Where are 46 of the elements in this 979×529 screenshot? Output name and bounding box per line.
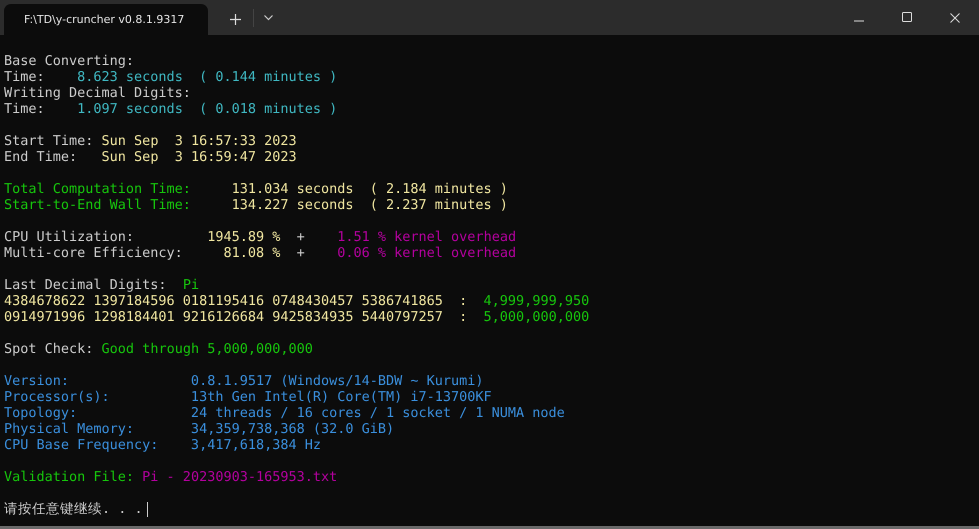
- terminal-text: 0.06 % kernel overhead: [337, 245, 516, 261]
- terminal-text: End Time:: [4, 149, 78, 165]
- close-icon[interactable]: [950, 13, 960, 23]
- terminal-text: Base Converting:: [4, 53, 134, 69]
- terminal-text: Multi-core Efficiency:: [4, 245, 184, 261]
- terminal-text: Last Decimal Digits:: [4, 277, 168, 293]
- terminal-text: Processor(s): 13th Gen Intel(R) Core(TM) i7-13700KF: [4, 389, 492, 405]
- terminal-text: 81.08 %: [223, 245, 280, 261]
- terminal-text: Physical Memory: 34,359,738,368 (32.0 GiB): [4, 421, 394, 437]
- terminal-text: Start-to-End Wall Time:: [4, 197, 192, 213]
- terminal-text: Sun Sep 3 16:57:33 2023: [102, 133, 297, 149]
- terminal-tab[interactable]: F:\TD\y-cruncher v0.8.1.9317: [4, 4, 208, 35]
- terminal-text: CPU Utilization:: [4, 229, 136, 245]
- terminal-text: Sun Sep 3 16:59:47 2023: [102, 149, 297, 165]
- terminal-text: +: [296, 245, 306, 261]
- terminal-text: 0914971996 1298184401 9216126684 9425834935 5440797257 :: [4, 309, 468, 325]
- terminal-text: 134.227 seconds ( 2.237 minutes ): [232, 197, 508, 213]
- terminal-text: 131.034 seconds ( 2.184 minutes ): [232, 181, 508, 197]
- terminal-text: 4384678622 1397184596 0181195416 0748430457 5386741865 :: [4, 293, 468, 309]
- terminal-text: Good through 5,000,000,000: [102, 341, 313, 357]
- terminal-text: +: [296, 229, 306, 245]
- terminal-text: 1945.89 %: [207, 229, 280, 245]
- terminal-text: 4,999,999,950: [484, 293, 590, 309]
- terminal-text: CPU Base Frequency: 3,417,618,384 Hz: [4, 437, 321, 453]
- terminal-text: Pi - 20230903-165953.txt: [142, 469, 338, 485]
- terminal-text: Writing Decimal Digits:: [4, 85, 191, 101]
- terminal-text: 请按任意键继续. . .: [4, 501, 143, 517]
- terminal-text: Spot Check:: [4, 341, 94, 357]
- terminal-text: Topology: 24 threads / 16 cores / 1 socket / 1 NUMA node: [4, 405, 565, 421]
- tab-title: F:\TD\y-cruncher v0.8.1.9317: [24, 13, 184, 26]
- terminal-text: Pi: [182, 277, 200, 293]
- terminal-text: 8.623 seconds ( 0.144 minutes ): [77, 69, 338, 85]
- plus-icon[interactable]: [230, 14, 241, 25]
- text-cursor: [146, 502, 148, 516]
- terminal-text: 1.097 seconds ( 0.018 minutes ): [77, 101, 338, 117]
- minimize-icon[interactable]: [854, 20, 864, 22]
- maximize-icon[interactable]: [902, 12, 912, 22]
- terminal-text: Validation File:: [4, 469, 136, 485]
- terminal-text: 5,000,000,000: [484, 309, 590, 325]
- terminal-text: Total Computation Time:: [4, 181, 192, 197]
- terminal-text: Version: 0.8.1.9517 (Windows/14-BDW ~ Kurumi): [4, 373, 484, 389]
- terminal-text: 1.51 % kernel overhead: [337, 229, 516, 245]
- terminal-text: Time:: [4, 101, 46, 117]
- terminal-text: Time:: [4, 69, 46, 85]
- terminal-text: Start Time:: [4, 133, 94, 149]
- chevron-down-icon[interactable]: [264, 15, 273, 21]
